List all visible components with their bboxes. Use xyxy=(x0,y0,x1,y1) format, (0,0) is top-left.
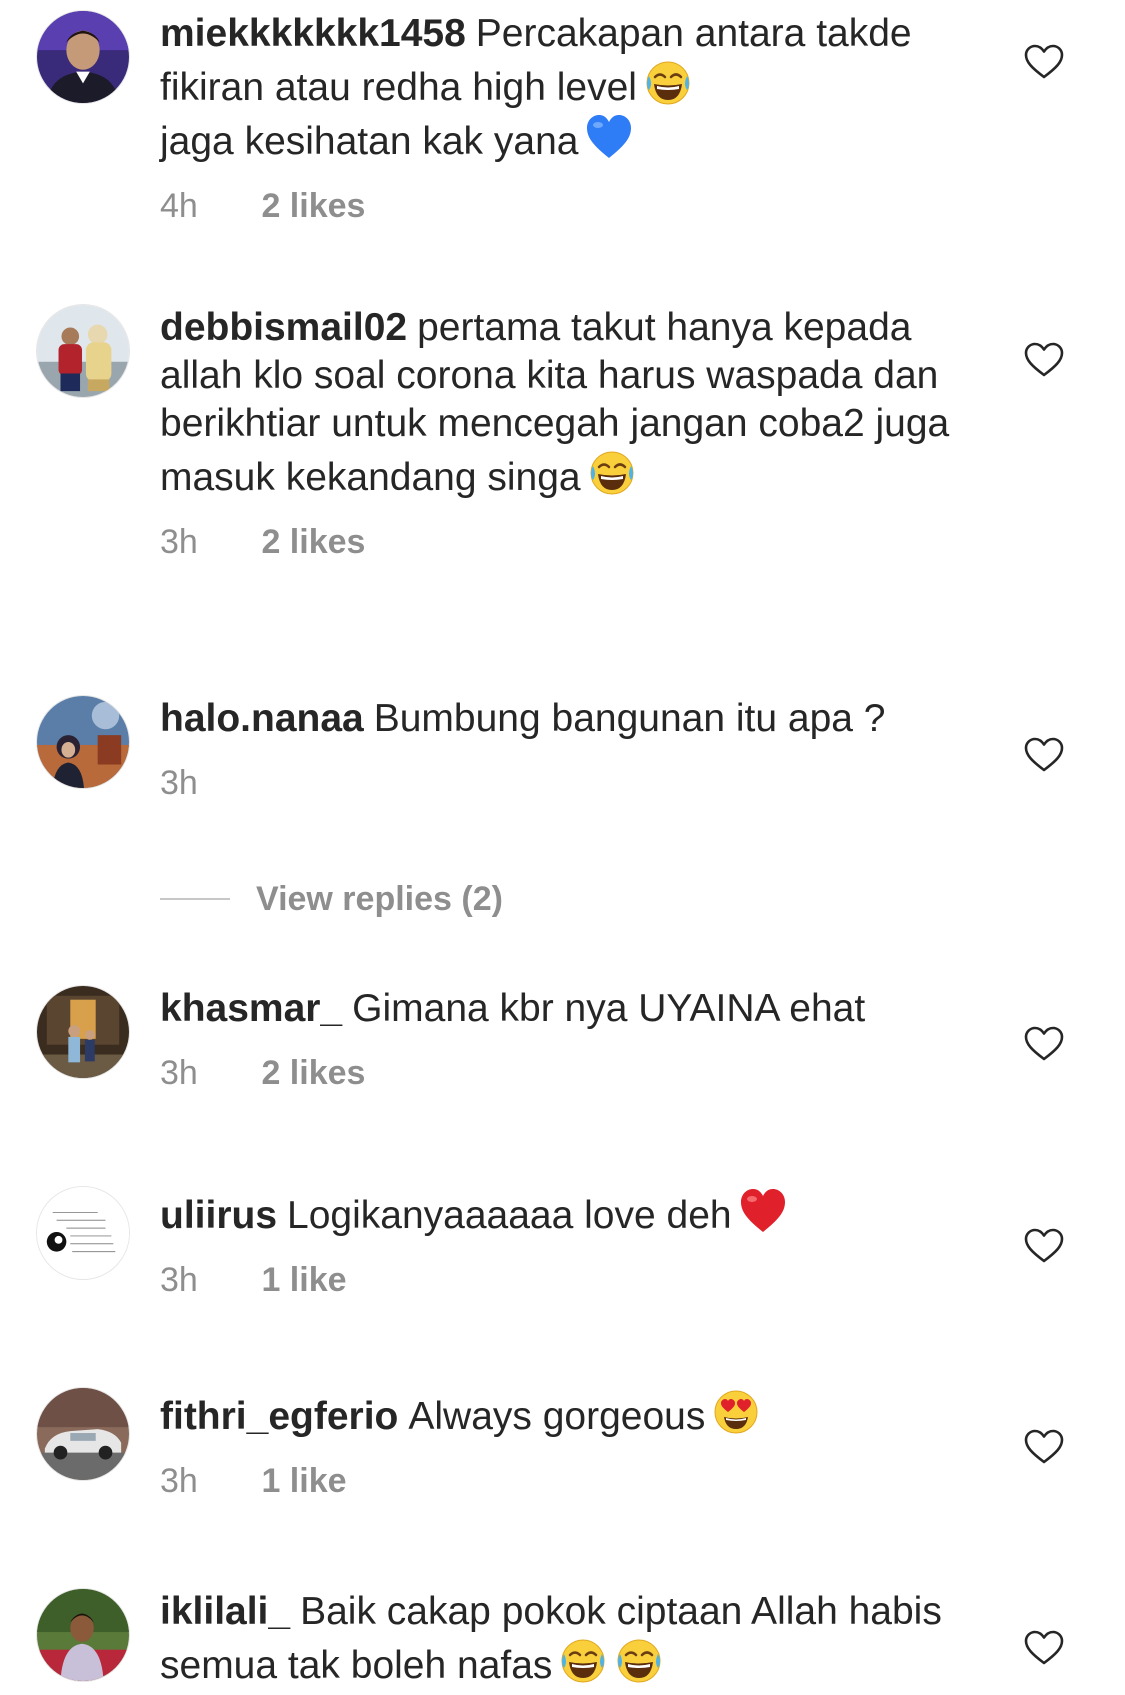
comment-time: 3h xyxy=(160,1462,198,1500)
face-with-tears-of-joy-icon xyxy=(614,1636,664,1686)
red-heart-icon xyxy=(738,1186,788,1236)
view-replies-label[interactable]: View replies (2) xyxy=(256,880,503,919)
avatar[interactable] xyxy=(36,1186,130,1280)
blue-heart-icon xyxy=(584,112,634,162)
face-with-tears-of-joy-icon xyxy=(643,58,693,108)
smiling-face-with-heart-eyes-icon xyxy=(711,1387,761,1437)
heart-outline-icon[interactable] xyxy=(1024,737,1064,773)
comment-text: Logikanyaaaaaa love deh xyxy=(287,1194,732,1237)
avatar[interactable] xyxy=(36,304,130,398)
avatar[interactable] xyxy=(36,1588,130,1682)
comment-username[interactable]: halo.nanaa xyxy=(160,697,364,740)
heart-outline-icon[interactable] xyxy=(1024,1228,1064,1264)
comment-username[interactable]: uliirus xyxy=(160,1194,277,1237)
comment-likes[interactable]: 1 like xyxy=(261,1261,346,1299)
comment-likes[interactable]: 2 likes xyxy=(261,187,365,225)
comment-time: 3h xyxy=(160,1261,198,1299)
avatar[interactable] xyxy=(36,985,130,1079)
face-with-tears-of-joy-icon xyxy=(587,448,637,498)
avatar[interactable] xyxy=(36,695,130,789)
heart-outline-icon[interactable] xyxy=(1024,44,1064,80)
comment-text: Bumbung bangunan itu apa ? xyxy=(373,697,886,740)
comment-text: Always gorgeous xyxy=(408,1395,706,1438)
replies-divider xyxy=(160,898,230,900)
comment-likes[interactable]: 2 likes xyxy=(261,1054,365,1092)
comment-username[interactable]: fithri_egferio xyxy=(160,1395,398,1438)
view-replies-button[interactable]: View replies (2) xyxy=(160,879,503,919)
heart-outline-icon[interactable] xyxy=(1024,342,1064,378)
face-with-tears-of-joy-icon xyxy=(558,1636,608,1686)
comment-time: 3h xyxy=(160,764,198,802)
comment-time: 4h xyxy=(160,187,198,225)
comment-username[interactable]: miekkkkkkk1458 xyxy=(160,12,466,55)
comment-time: 3h xyxy=(160,523,198,561)
avatar[interactable] xyxy=(36,1387,130,1481)
heart-outline-icon[interactable] xyxy=(1024,1429,1064,1465)
comment-text: Gimana kbr nya UYAINA ehat xyxy=(352,987,866,1030)
comment-time: 3h xyxy=(160,1054,198,1092)
heart-outline-icon[interactable] xyxy=(1024,1026,1064,1062)
comment-likes[interactable]: 1 like xyxy=(261,1462,346,1500)
avatar[interactable] xyxy=(36,10,130,104)
comment-username[interactable]: debbismail02 xyxy=(160,306,407,349)
comment-likes[interactable]: 2 likes xyxy=(261,523,365,561)
comment-username[interactable]: iklilali_ xyxy=(160,1590,290,1633)
comment-username[interactable]: khasmar_ xyxy=(160,987,342,1030)
comment-text-continued: jaga kesihatan kak yana xyxy=(160,120,579,163)
heart-outline-icon[interactable] xyxy=(1024,1630,1064,1666)
